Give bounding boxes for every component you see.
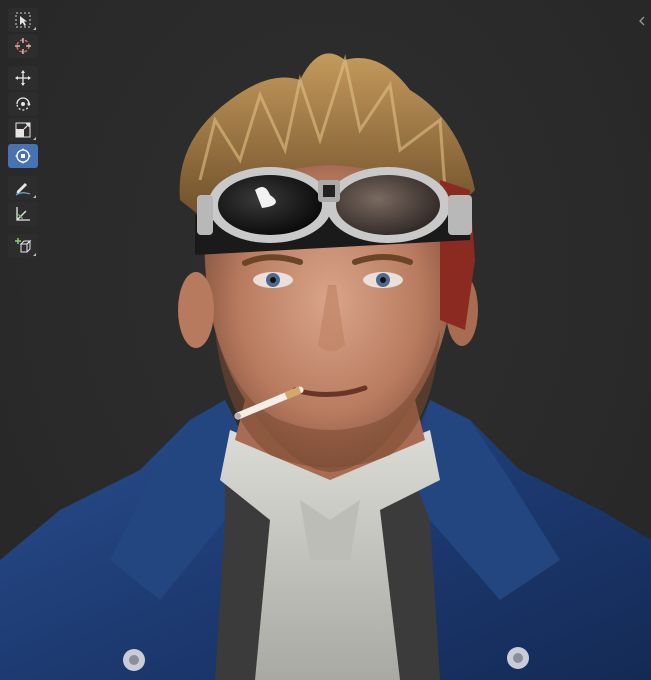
tool-options-corner: [33, 137, 36, 140]
transform-icon: [15, 148, 31, 164]
rotate-tool[interactable]: [8, 92, 38, 116]
tool-options-corner: [33, 27, 36, 30]
move-tool[interactable]: [8, 66, 38, 90]
sidebar-toggle[interactable]: [637, 14, 647, 28]
rotate-icon: [16, 97, 31, 111]
transform-tool[interactable]: [8, 144, 38, 168]
add-cube-tool[interactable]: [8, 234, 38, 258]
scale-icon: [15, 122, 31, 138]
annotate-tool[interactable]: [8, 176, 38, 200]
character-render: [0, 53, 651, 680]
tool-shelf: [8, 8, 38, 258]
scale-tool[interactable]: [8, 118, 38, 142]
chevron-left-icon: [639, 16, 645, 26]
cursor-tool[interactable]: [8, 34, 38, 58]
cursor-icon: [15, 38, 31, 54]
add-cube-icon: [15, 238, 32, 253]
tool-options-corner: [33, 253, 36, 256]
3d-viewport[interactable]: [0, 0, 651, 680]
move-icon: [15, 70, 31, 86]
select-box-icon: [15, 12, 31, 28]
annotate-icon: [15, 183, 31, 196]
measure-tool[interactable]: [8, 202, 38, 226]
measure-icon: [16, 207, 30, 221]
select-box-tool[interactable]: [8, 8, 38, 32]
tool-options-corner: [33, 195, 36, 198]
